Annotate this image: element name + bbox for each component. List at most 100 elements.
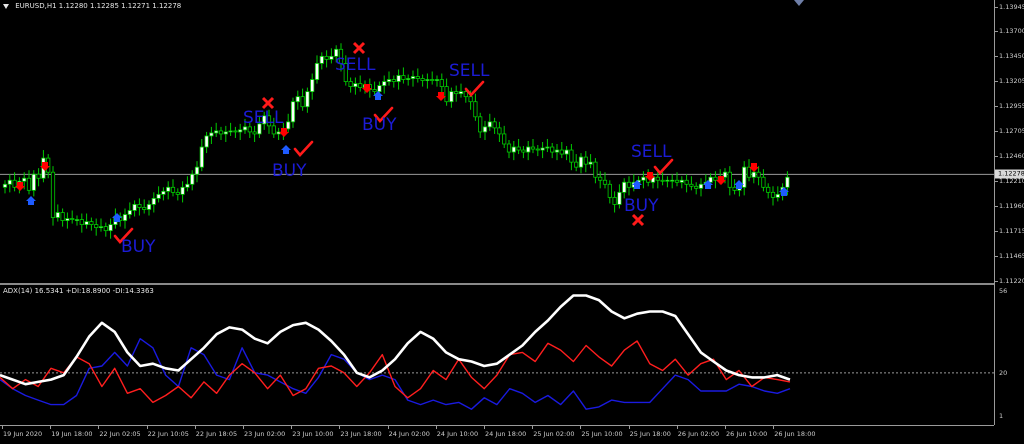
candle-body [554,149,560,153]
price-label: 1.12955 [999,102,1024,111]
candle-body [103,226,108,232]
sell-arrow-shape [279,128,289,137]
candle-body [223,131,228,135]
signal-label: BUY [624,196,659,216]
adx-axis-label: 1 [999,412,1004,420]
cross-icon [352,41,366,55]
candle-body [564,149,569,155]
scroll-marker-icon[interactable] [794,0,804,6]
candle-body [175,191,180,195]
time-label: 19 Jun 18:00 [51,430,93,438]
candle-body [314,63,320,80]
candle-body [468,96,473,103]
candle-body [310,79,315,93]
time-tick [243,426,244,429]
price-tick [995,106,998,108]
adx-chart-svg[interactable] [0,285,994,425]
time-tick [580,426,582,429]
price-label: 1.11715 [999,227,1024,236]
time-tick [291,426,293,429]
candle-body [228,130,233,133]
candle-body [122,214,128,221]
candle-body [545,146,550,149]
candle-body [132,204,137,211]
time-axis[interactable]: 19 Jun 2020 19 Jun 18:00 22 Jun 02:05 22 Ju… [0,425,994,444]
time-tick [194,426,196,429]
price-label: 1.11220 [999,277,1024,285]
time-tick [676,426,678,429]
candle-body [353,83,358,87]
candle-body [401,75,406,80]
candle-body [454,91,459,95]
candle-body [497,127,502,135]
buy-arrow-icon [26,196,36,205]
candle-body [602,179,608,185]
signal-label: BUY [272,161,307,181]
candle-body [295,96,300,103]
candle-body [430,79,435,81]
candle-body [300,96,305,108]
candle-body [598,176,603,181]
candle-body [574,161,579,168]
price-label: 1.11960 [999,202,1024,211]
candle-body [142,207,147,210]
candle-body [694,185,699,189]
candle-body [410,76,416,79]
price-axis[interactable]: 1.13945 1.13700 1.13450 1.13205 1.12955 1.127… [994,0,1024,425]
candle-body [482,126,488,133]
candle-body [511,146,516,153]
candle-body [94,224,99,229]
candle-body [74,219,80,221]
candle-body [458,91,464,95]
price-label: 1.12460 [999,152,1024,161]
candle-body [391,79,396,82]
candle-body [535,148,540,151]
candle-body [506,143,512,153]
signal-label: BUY [362,115,397,135]
adx-indicator-pane[interactable]: ADX(14) 16.5341 +DI:18.8900 -DI:14.3363 [0,285,994,425]
adx-axis-label: 56 [999,287,1008,295]
candle-body [137,204,142,208]
candle-body [190,173,195,185]
price-tick [995,56,998,58]
price-tick [995,81,998,83]
time-label: 23 Jun 10:00 [292,430,334,438]
price-label: 1.13450 [999,52,1024,61]
checkmark-icon [293,140,314,157]
buy-arrow-icon [281,145,291,154]
candle-body [670,179,675,182]
signal-label: SELL [449,61,490,81]
candle-body [305,91,310,108]
candle-body [180,186,185,195]
candle-body [89,221,94,225]
candle-body [756,171,761,178]
time-label: 25 Jun 10:00 [581,430,623,438]
symbol-name: EURUSD,H1 [15,2,57,10]
candle-body [396,75,401,82]
buy-arrow-shape [281,145,291,154]
sell-arrow-shape [436,92,446,101]
price-chart-pane[interactable]: EURUSD,H1 1.12280 1.12285 1.12271 1.1227… [0,0,994,283]
candle-body [727,171,732,188]
candle-body [530,146,536,150]
candle-body [516,146,521,151]
candle-body [108,224,113,232]
time-tick [532,426,534,429]
candle-body [194,166,200,175]
price-label: 1.11465 [999,252,1024,261]
candle-body [751,171,756,178]
buy-arrow-shape [26,196,36,205]
candle-body [233,130,238,133]
candle-body [166,186,171,192]
price-tick [995,281,998,282]
time-tick [339,426,341,429]
candle-body [55,212,60,218]
candle-body [617,191,622,205]
candle-body [382,81,387,86]
time-label: 22 Jun 02:05 [99,430,141,438]
candle-body [146,204,152,210]
time-label: 26 Jun 18:00 [774,430,816,438]
candle-body [199,146,204,168]
candle-body [218,130,224,135]
time-tick [435,426,437,429]
